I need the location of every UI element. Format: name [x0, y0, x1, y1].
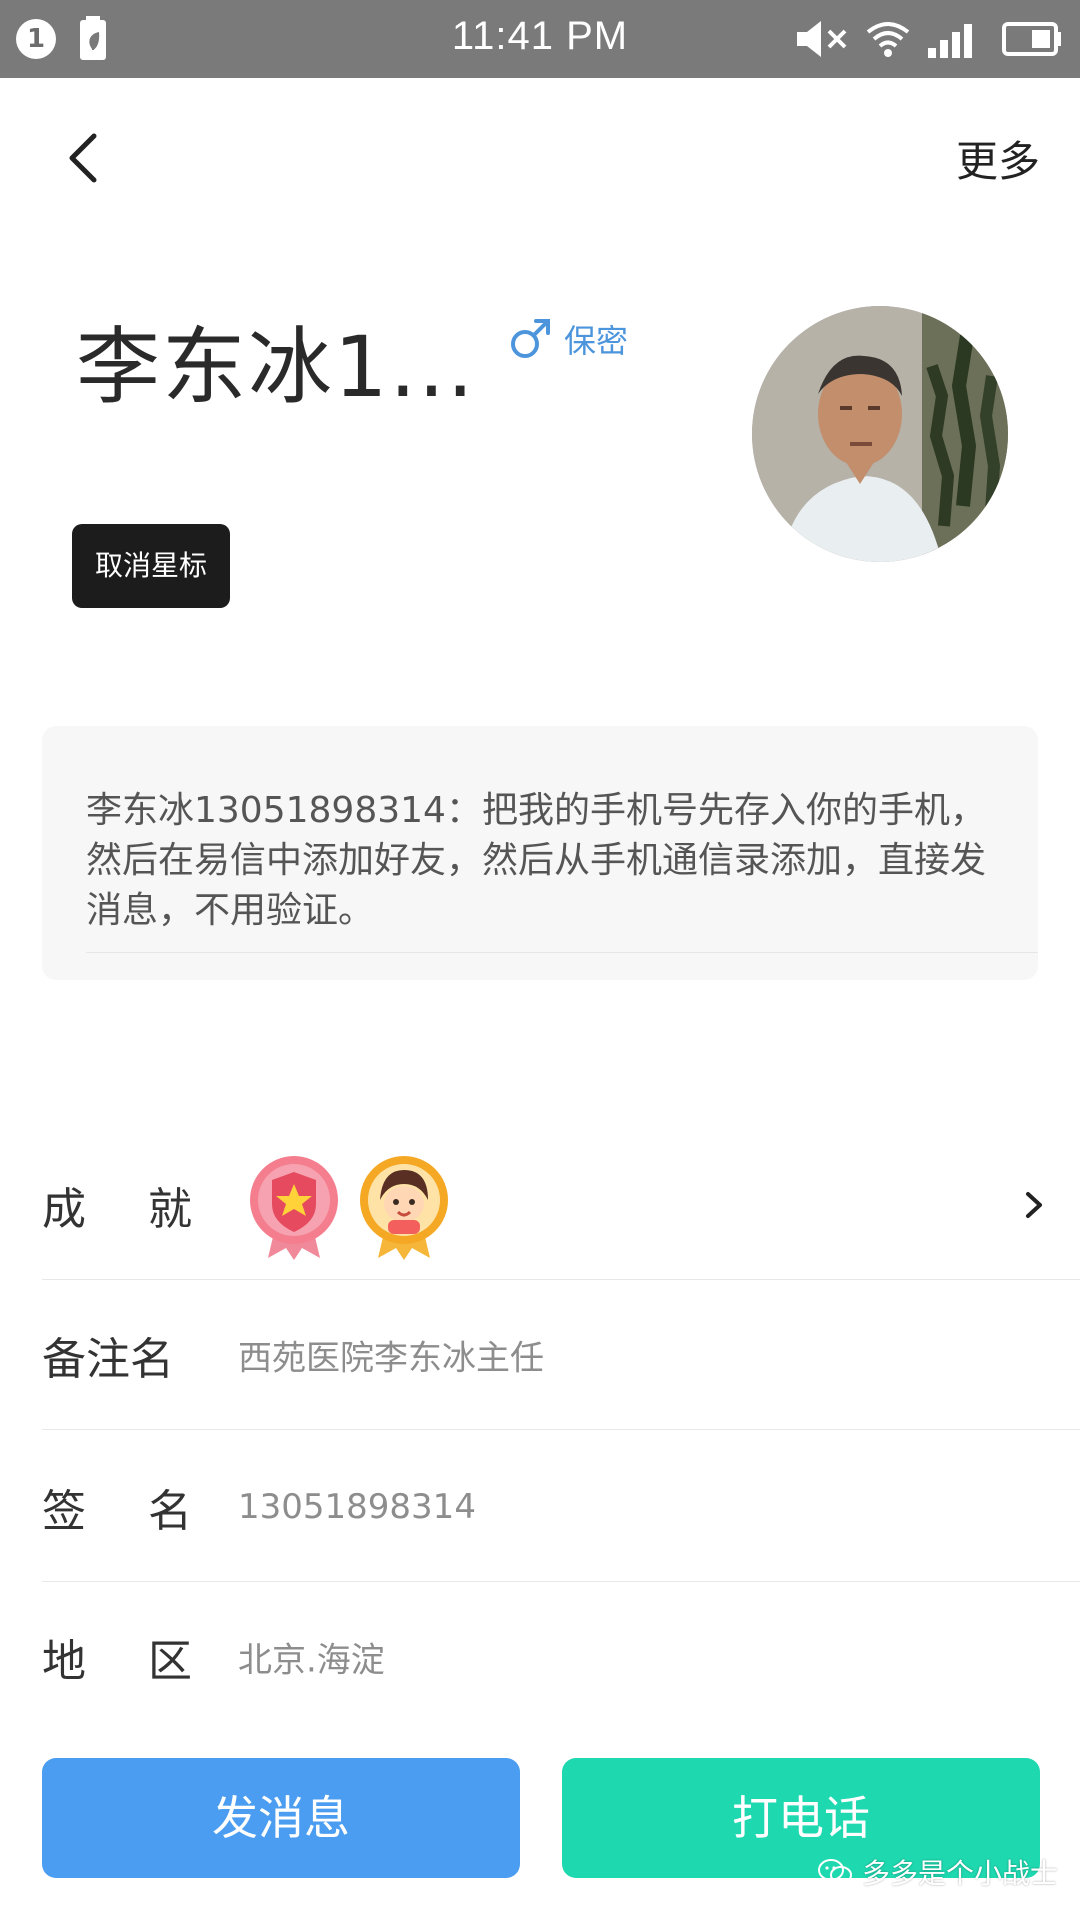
male-icon — [511, 319, 550, 358]
status-bar: 1 11:41 PM — [0, 0, 1080, 78]
signature-row: 签 名 13051898314 — [42, 1432, 1080, 1582]
contact-name: 李东冰1... — [76, 318, 476, 416]
wifi-icon — [866, 22, 910, 57]
battery-icon — [1002, 22, 1061, 56]
remark-value: 西苑医院李东冰主任 — [238, 1338, 544, 1379]
avatar-photo — [752, 306, 1008, 562]
signature-value: 13051898314 — [238, 1487, 476, 1527]
chevron-left-icon — [69, 133, 97, 183]
watermark: 多多是个小战士 — [818, 1852, 1058, 1892]
region-label: 地 区 — [42, 1636, 192, 1687]
achievements-row[interactable]: 成 就 — [42, 1130, 1080, 1280]
wechat-icon — [818, 1859, 852, 1884]
region-value: 北京.海淀 — [238, 1640, 385, 1681]
kid-medal-icon — [360, 1156, 448, 1260]
send-message-button[interactable]: 发消息 — [42, 1758, 520, 1878]
gender-label: 保密 — [564, 322, 629, 360]
avatar[interactable] — [752, 306, 1008, 562]
star-medal-icon — [250, 1156, 338, 1260]
mute-icon — [797, 21, 847, 57]
unstar-button[interactable]: 取消星标 — [72, 524, 230, 608]
achievements-label: 成 就 — [42, 1184, 192, 1235]
intro-message-text: 李东冰13051898314：把我的手机号先存入你的手机，然后在易信中添加好友，… — [86, 790, 987, 931]
more-menu-button[interactable]: 更多 — [956, 128, 1040, 189]
remark-label: 备注名 — [42, 1334, 174, 1385]
status-time: 11:41 PM — [451, 14, 629, 58]
contact-profile-page: 1 11:41 PM 更多 李东冰1... 保密 取消星标 李东冰1305189… — [0, 0, 1080, 1920]
watermark-text: 多多是个小战士 — [862, 1857, 1059, 1890]
region-row: 地 区 北京.海淀 — [42, 1582, 1080, 1732]
signature-label: 签 名 — [42, 1486, 192, 1537]
chevron-right-icon — [1026, 1192, 1042, 1218]
row-divider — [42, 1429, 1080, 1430]
signal-icon — [928, 24, 972, 58]
message-divider — [86, 952, 1038, 953]
intro-message-card: 李东冰13051898314：把我的手机号先存入你的手机，然后在易信中添加好友，… — [42, 726, 1038, 980]
back-button[interactable] — [60, 130, 110, 186]
remark-row[interactable]: 备注名 西苑医院李东冰主任 — [42, 1280, 1080, 1430]
gender-info: 保密 — [508, 316, 628, 362]
